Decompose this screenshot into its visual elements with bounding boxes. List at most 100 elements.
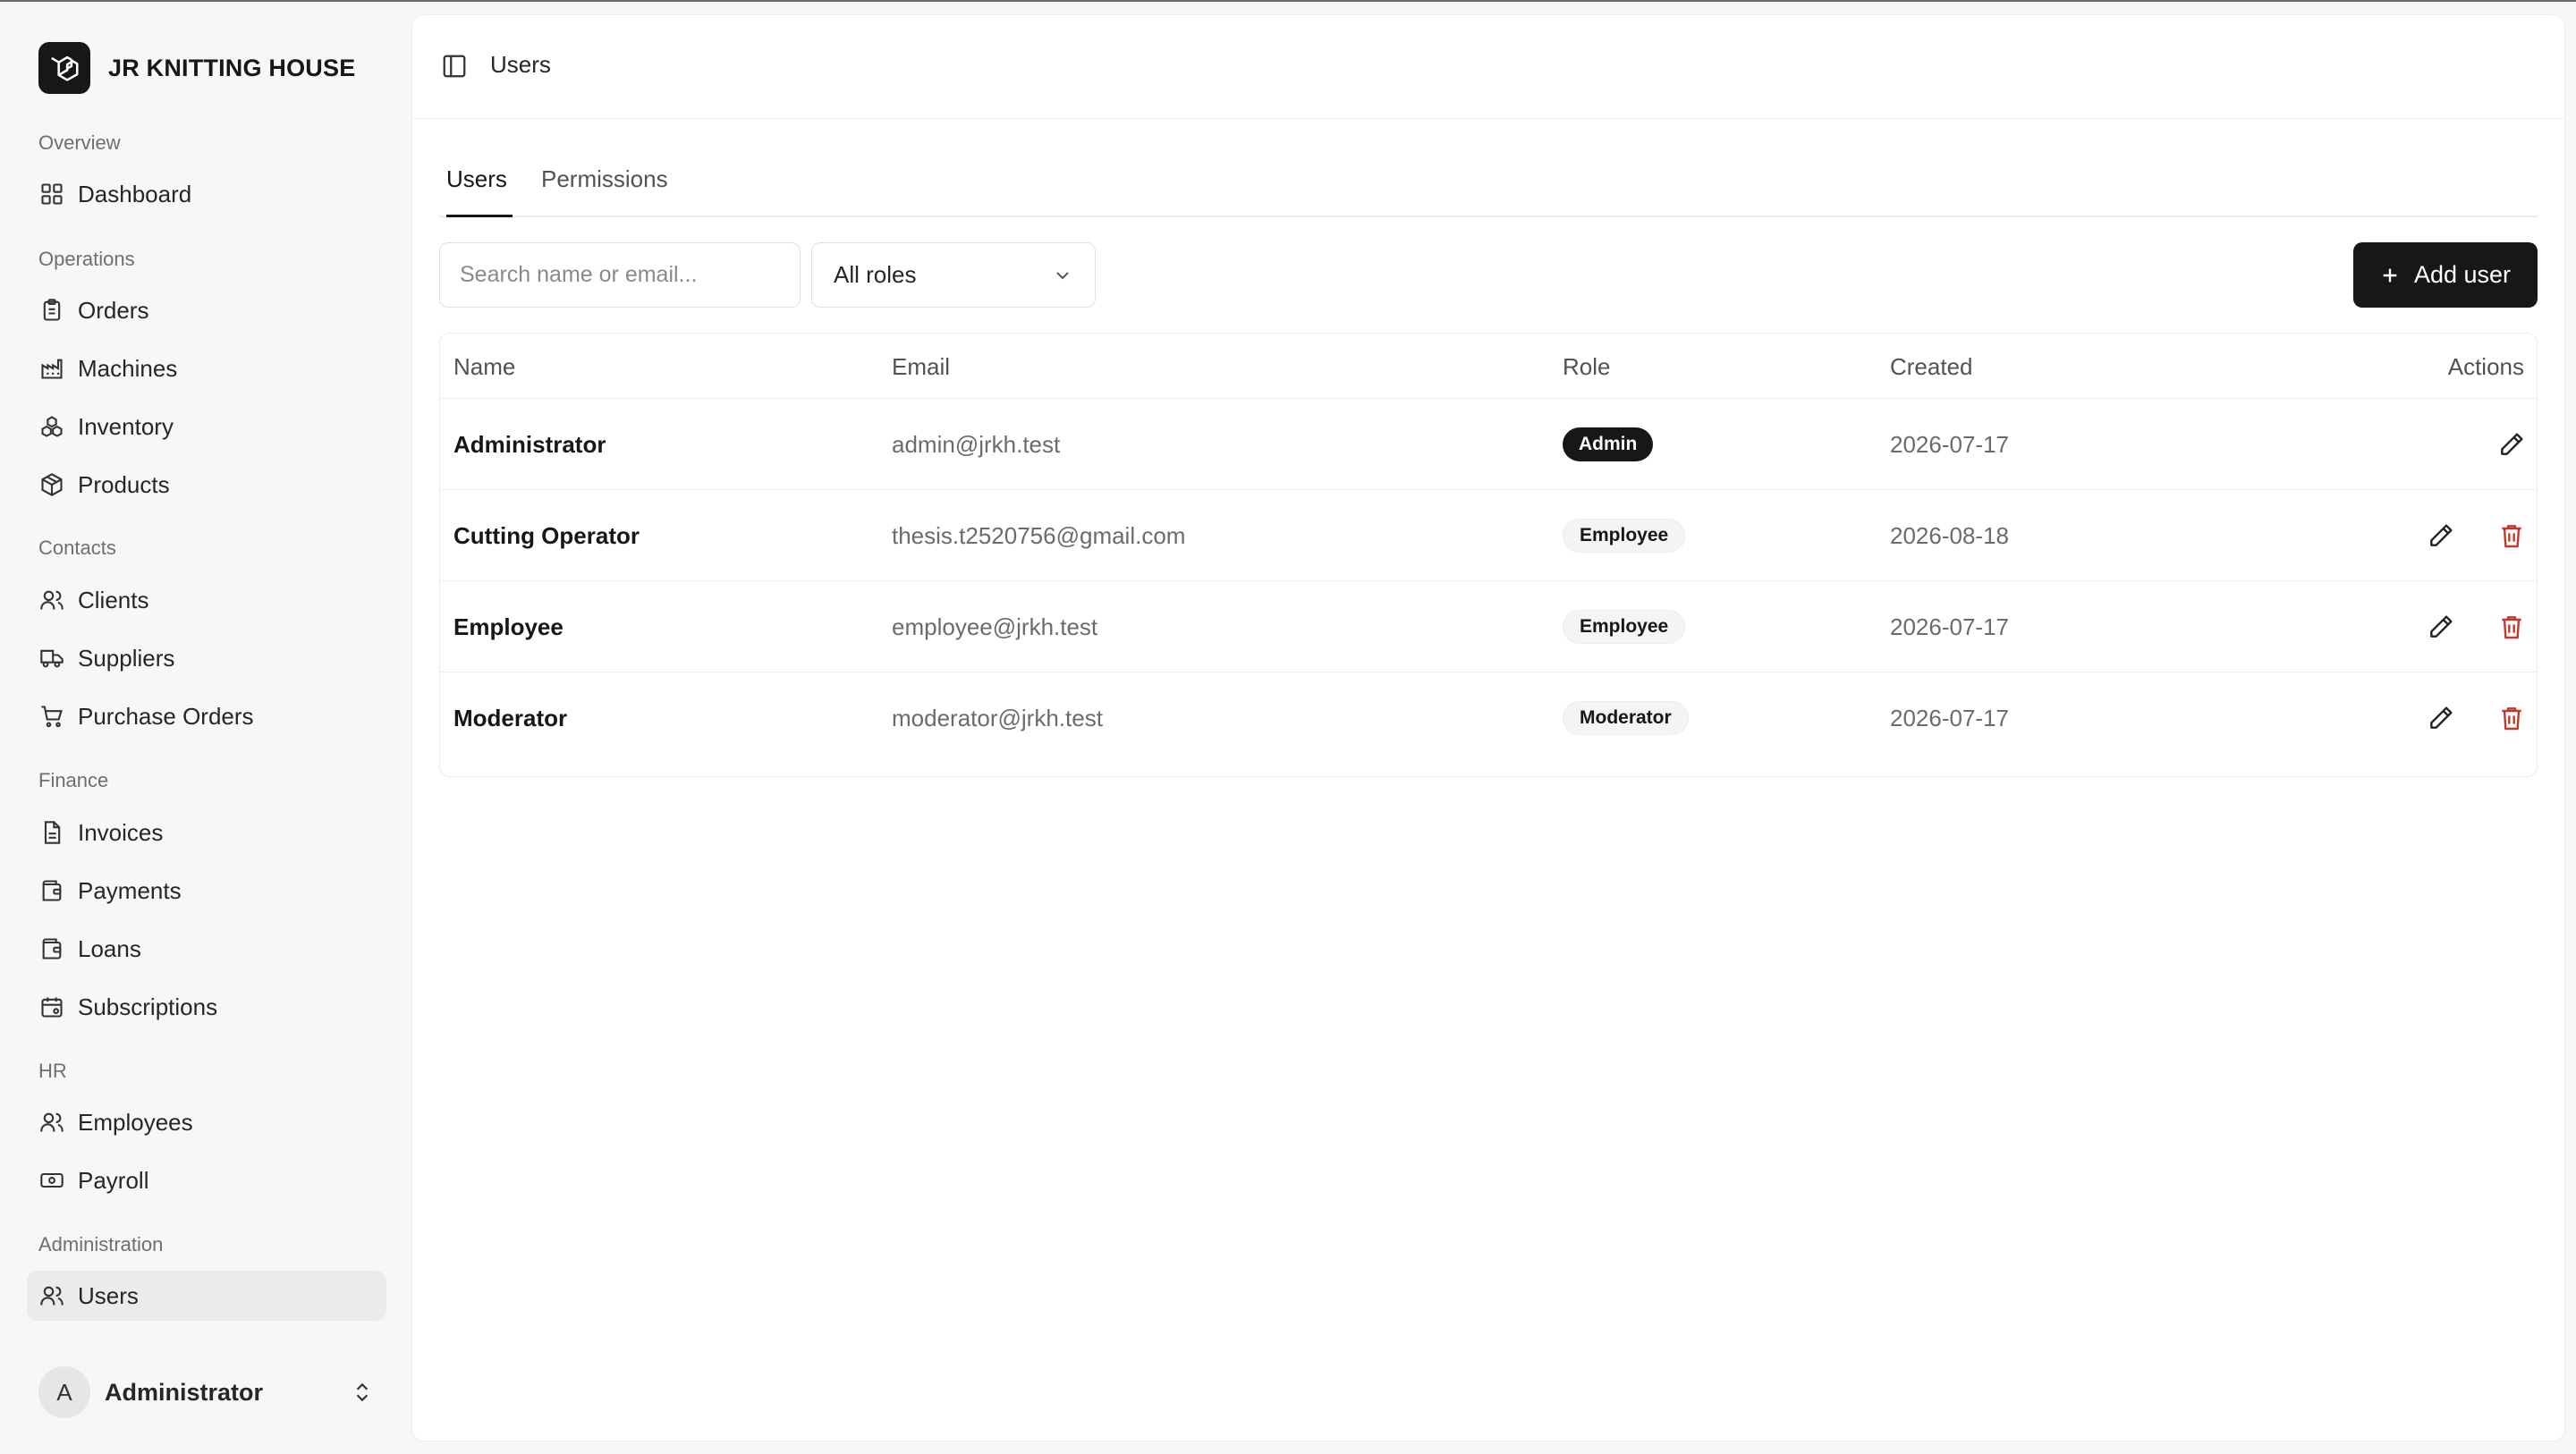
sidebar-item-inventory[interactable]: Inventory (27, 402, 386, 452)
section-administration: Administration (38, 1233, 164, 1255)
sidebar-item-subscriptions[interactable]: Subscriptions (27, 982, 386, 1032)
sidebar-item-label: Payroll (78, 1166, 149, 1194)
user-name-cell: Employee (453, 613, 564, 640)
column-header-created: Created (1890, 353, 1973, 380)
column-header-role: Role (1563, 353, 1611, 380)
user-email-cell: moderator@jrkh.test (892, 705, 1103, 731)
wallet-icon (42, 880, 62, 901)
edit-pencil-icon[interactable] (2427, 521, 2455, 550)
users-icon (40, 1112, 64, 1132)
sidebar-item-clients[interactable]: Clients (27, 575, 386, 625)
user-menu[interactable]: A Administrator (38, 1366, 374, 1418)
section-overview: Overview (38, 131, 121, 154)
sidebar-item-label: Machines (78, 354, 178, 382)
role-badge: Moderator (1563, 701, 1689, 735)
table-row: Employee employee@jrkh.test Employee 202… (440, 581, 2537, 672)
users-table: Name Email Role Created Actions Administ… (439, 333, 2538, 777)
table-row: Administrator admin@jrkh.test Admin 2026… (440, 399, 2537, 490)
banknote-icon (40, 1172, 64, 1188)
user-name-cell: Cutting Operator (453, 522, 640, 549)
brand-logo-icon (38, 42, 90, 94)
section-finance: Finance (38, 769, 109, 791)
chevron-down-icon (1056, 271, 1069, 279)
sidebar-item-purchase-orders[interactable]: Purchase Orders (27, 691, 386, 741)
column-header-email: Email (892, 353, 951, 380)
main-panel: Users Users Permissions All roles Add us… (411, 14, 2565, 1441)
search-input[interactable] (439, 242, 801, 308)
delete-trash-icon[interactable] (2497, 613, 2526, 641)
sidebar-item-products[interactable]: Products (27, 460, 386, 510)
sidebar-item-payroll[interactable]: Payroll (27, 1155, 386, 1205)
column-header-actions: Actions (2447, 353, 2524, 380)
created-date-cell: 2026-07-17 (1890, 613, 2009, 640)
user-email-cell: thesis.t2520756@gmail.com (892, 522, 1186, 549)
clipboard-icon (43, 299, 61, 321)
user-name-cell: Moderator (453, 705, 568, 731)
table-row: Moderator moderator@jrkh.test Moderator … (440, 672, 2537, 764)
user-name-cell: Administrator (453, 431, 606, 458)
user-email-cell: employee@jrkh.test (892, 613, 1098, 640)
tab-users[interactable]: Users (446, 158, 513, 217)
plus-icon (2383, 268, 2397, 282)
created-date-cell: 2026-07-17 (1890, 431, 2009, 458)
sidebar-item-label: Suppliers (78, 644, 175, 672)
sidebar-toggle-icon[interactable] (441, 53, 468, 80)
user-name: Administrator (105, 1378, 264, 1406)
tab-bar: Users Permissions (439, 158, 2538, 217)
add-user-label: Add user (2413, 261, 2512, 288)
tab-permissions[interactable]: Permissions (541, 158, 668, 217)
sidebar-item-label: Orders (78, 296, 149, 324)
calendar-icon (41, 997, 63, 1018)
role-filter-select[interactable]: All roles (811, 242, 1096, 308)
edit-pencil-icon[interactable] (2427, 613, 2455, 641)
brand-name: JR KNITTING HOUSE (108, 54, 356, 81)
role-badge: Admin (1563, 427, 1654, 461)
sidebar-item-label: Dashboard (78, 180, 192, 207)
users-icon (40, 590, 64, 610)
sidebar-item-suppliers[interactable]: Suppliers (27, 633, 386, 683)
sidebar-item-users[interactable]: Users (27, 1271, 386, 1321)
sidebar-item-label: Payments (78, 876, 182, 904)
chevrons-up-down-icon (356, 1382, 369, 1402)
page-header: Users (412, 15, 2564, 119)
sidebar-item-label: Clients (78, 586, 149, 613)
sidebar-item-label: Subscriptions (78, 993, 218, 1020)
users-icon (40, 1286, 64, 1306)
wallet-icon (42, 938, 62, 959)
sidebar-item-invoices[interactable]: Invoices (27, 807, 386, 858)
brand[interactable]: JR KNITTING HOUSE (38, 42, 355, 94)
sidebar: JR KNITTING HOUSE Overview Dashboard Ope… (0, 2, 411, 1454)
sidebar-item-payments[interactable]: Payments (27, 866, 386, 916)
sidebar-item-label: Loans (78, 934, 141, 962)
sidebar-item-label: Purchase Orders (78, 702, 254, 730)
sidebar-item-label: Users (78, 1281, 139, 1309)
column-header-name: Name (453, 353, 516, 380)
sidebar-item-orders[interactable]: Orders (27, 285, 386, 335)
section-operations: Operations (38, 248, 135, 270)
delete-trash-icon[interactable] (2497, 521, 2526, 550)
sidebar-item-loans[interactable]: Loans (27, 924, 386, 974)
boxes-icon (41, 416, 63, 437)
edit-pencil-icon[interactable] (2497, 430, 2526, 459)
sidebar-item-employees[interactable]: Employees (27, 1097, 386, 1147)
sidebar-item-dashboard[interactable]: Dashboard (27, 169, 386, 219)
created-date-cell: 2026-08-18 (1890, 522, 2009, 549)
breadcrumb: Users (490, 51, 551, 78)
sidebar-item-label: Inventory (78, 412, 174, 440)
role-badge: Employee (1563, 519, 1686, 553)
file-icon (44, 821, 61, 844)
delete-trash-icon[interactable] (2497, 704, 2526, 732)
truck-icon (40, 649, 64, 668)
table-header: Name Email Role Created Actions (440, 334, 2537, 399)
avatar: A (38, 1366, 90, 1418)
edit-pencil-icon[interactable] (2427, 704, 2455, 732)
sidebar-item-label: Invoices (78, 818, 164, 846)
factory-icon (41, 359, 63, 379)
dashboard-grid-icon (41, 183, 63, 205)
created-date-cell: 2026-07-17 (1890, 705, 2009, 731)
add-user-button[interactable]: Add user (2353, 242, 2538, 308)
sidebar-item-machines[interactable]: Machines (27, 343, 386, 393)
table-row: Cutting Operator thesis.t2520756@gmail.c… (440, 490, 2537, 581)
package-icon (41, 473, 63, 496)
section-hr: HR (38, 1060, 67, 1082)
